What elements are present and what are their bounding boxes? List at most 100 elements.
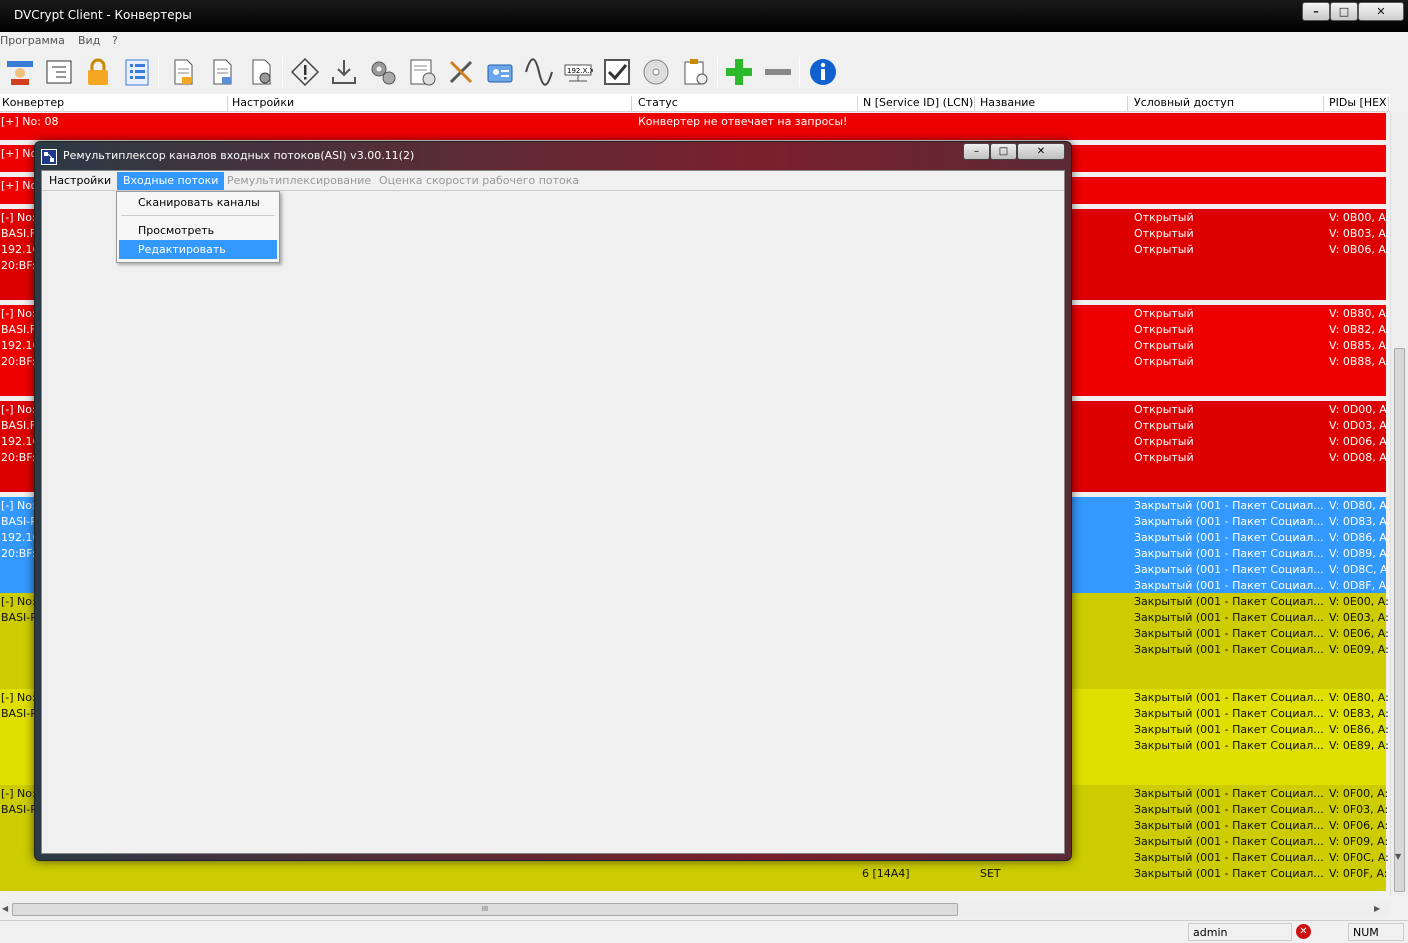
horizontal-scrollbar[interactable]: ◀ III ▶ xyxy=(0,901,1390,918)
access-cell: Закрытый (001 - Пакет Социал... xyxy=(1134,579,1324,592)
column-header-status[interactable]: Статус xyxy=(636,96,858,112)
scroll-left-icon[interactable]: ◀ xyxy=(2,904,8,913)
pids-cell: V: 0E00, A: xyxy=(1329,595,1389,608)
column-header-name[interactable]: Название xyxy=(978,96,1128,112)
close-button[interactable]: ✕ xyxy=(1358,2,1404,21)
converter-label: [-] No: xyxy=(1,787,36,800)
pids-cell: V: 0D08, A: xyxy=(1329,451,1391,464)
minus-icon[interactable] xyxy=(761,55,795,89)
checkbox-icon[interactable] xyxy=(600,55,634,89)
dialog-menu-bar: Настройки Входные потоки Ремультиплексир… xyxy=(42,171,1064,191)
info-icon[interactable] xyxy=(806,55,840,89)
access-cell: Закрытый (001 - Пакет Социал... xyxy=(1134,691,1324,704)
access-cell: Закрытый (001 - Пакет Социал... xyxy=(1134,563,1324,576)
access-cell: Открытый xyxy=(1134,243,1194,256)
pids-cell: V: 0B00, A: xyxy=(1329,211,1390,224)
converter-label: 20:BF: xyxy=(1,259,36,272)
access-cell: Открытый xyxy=(1134,307,1194,320)
menu-program[interactable]: Программа xyxy=(0,34,65,47)
pids-cell: V: 0D8C, A xyxy=(1329,563,1388,576)
access-cell: Закрытый (001 - Пакет Социал... xyxy=(1134,723,1324,736)
pids-cell: V: 0E06, A: xyxy=(1329,627,1389,640)
tools-icon[interactable] xyxy=(444,55,478,89)
converter-label: BASI-R xyxy=(1,803,38,816)
menu-view[interactable]: Вид xyxy=(78,34,100,47)
pids-cell: V: 0E86, A: xyxy=(1329,723,1389,736)
access-cell: Закрытый (001 - Пакет Социал... xyxy=(1134,531,1324,544)
error-icon[interactable]: ✕ xyxy=(1296,924,1311,939)
gears-icon[interactable] xyxy=(366,55,400,89)
document-settings-icon[interactable] xyxy=(244,55,278,89)
menu-item-view[interactable]: Просмотреть xyxy=(119,221,277,240)
converter-label: [-] No: xyxy=(1,307,36,320)
status-user: admin xyxy=(1188,923,1292,941)
lock-icon[interactable] xyxy=(81,55,115,89)
report-icon[interactable] xyxy=(405,55,439,89)
column-header-settings[interactable]: Настройки xyxy=(230,96,632,112)
scroll-down-icon[interactable]: ▼ xyxy=(1395,852,1401,861)
clipboard-icon[interactable] xyxy=(678,55,712,89)
converter-label: 20:BF: xyxy=(1,355,36,368)
pids-cell: V: 0B85, A: xyxy=(1329,339,1390,352)
sine-wave-icon[interactable] xyxy=(522,55,556,89)
plus-icon[interactable] xyxy=(722,55,756,89)
pids-cell: V: 0D80, A: xyxy=(1329,499,1391,512)
tab-remultiplexing[interactable]: Ремультиплексирование xyxy=(221,172,377,190)
dialog-close-button[interactable]: ✕ xyxy=(1017,143,1065,160)
pids-cell: V: 0E09, A: xyxy=(1329,643,1389,656)
scroll-thumb[interactable] xyxy=(1394,348,1405,892)
pids-cell: V: 0B82, A: xyxy=(1329,323,1390,336)
disc-icon[interactable] xyxy=(639,55,673,89)
converter-label: BASI.F xyxy=(1,419,37,432)
column-header-access[interactable]: Условный доступ xyxy=(1132,96,1324,112)
tab-settings[interactable]: Настройки xyxy=(43,172,117,190)
pids-cell: V: 0B06, A: xyxy=(1329,243,1390,256)
access-cell: Открытый xyxy=(1134,323,1194,336)
title-bar: DVCrypt Client - Конвертеры – □ ✕ xyxy=(0,0,1408,32)
converter-label: [-] No: xyxy=(1,691,36,704)
id-card-icon[interactable] xyxy=(483,55,517,89)
access-cell: Закрытый (001 - Пакет Социал... xyxy=(1134,803,1324,816)
status-num: NUM xyxy=(1348,923,1404,941)
tab-bitrate-estimation[interactable]: Оценка скорости рабочего потока xyxy=(373,172,585,190)
ip-icon[interactable]: 192.X.X xyxy=(561,55,595,89)
access-cell: Открытый xyxy=(1134,403,1194,416)
toolbar: 192.X.X xyxy=(0,51,1408,93)
dialog-client: Настройки Входные потоки Ремультиплексир… xyxy=(41,170,1065,854)
minimize-button[interactable]: – xyxy=(1302,2,1330,21)
converter-label: [-] No: xyxy=(1,595,36,608)
access-cell: Открытый xyxy=(1134,419,1194,432)
maximize-button[interactable]: □ xyxy=(1330,2,1358,21)
access-cell: Открытый xyxy=(1134,451,1194,464)
dialog-maximize-button[interactable]: □ xyxy=(990,143,1017,160)
access-cell: Закрытый (001 - Пакет Социал... xyxy=(1134,835,1324,848)
menu-divider xyxy=(121,215,275,216)
pids-cell: V: 0D06, A: xyxy=(1329,435,1391,448)
scroll-thumb[interactable]: III xyxy=(12,903,958,916)
converter-label: [-] No: xyxy=(1,211,36,224)
document-icon[interactable] xyxy=(166,55,200,89)
column-header-converter[interactable]: Конвертер xyxy=(0,96,228,112)
user-icon[interactable] xyxy=(3,55,37,89)
window-title: DVCrypt Client - Конвертеры xyxy=(14,8,192,22)
dialog-minimize-button[interactable]: – xyxy=(963,143,990,160)
column-header-pids[interactable]: PIDы [HEX xyxy=(1327,96,1389,112)
column-header-service-id[interactable]: N [Service ID] (LCN) xyxy=(861,96,975,112)
converter-label: [-] No: xyxy=(1,499,36,512)
app-icon xyxy=(41,149,57,165)
tree-icon[interactable] xyxy=(42,55,76,89)
menu-help[interactable]: ? xyxy=(112,34,118,47)
menu-item-edit[interactable]: Редактировать xyxy=(119,240,277,259)
access-cell: Закрытый (001 - Пакет Социал... xyxy=(1134,547,1324,560)
scroll-right-icon[interactable]: ▶ xyxy=(1374,904,1380,913)
vertical-scrollbar[interactable]: ▼ xyxy=(1390,112,1408,896)
warning-icon[interactable] xyxy=(288,55,322,89)
access-cell: Закрытый (001 - Пакет Социал... xyxy=(1134,739,1324,752)
menu-item-scan-channels[interactable]: Сканировать каналы xyxy=(119,193,277,212)
list-icon[interactable] xyxy=(120,55,154,89)
table-row[interactable]: [+] No: 08 Конвертер не отвечает на запр… xyxy=(0,113,1386,140)
tab-input-streams[interactable]: Входные потоки xyxy=(117,172,225,190)
download-icon[interactable] xyxy=(327,55,361,89)
converter-label: BASI.F xyxy=(1,323,37,336)
document-export-icon[interactable] xyxy=(205,55,239,89)
